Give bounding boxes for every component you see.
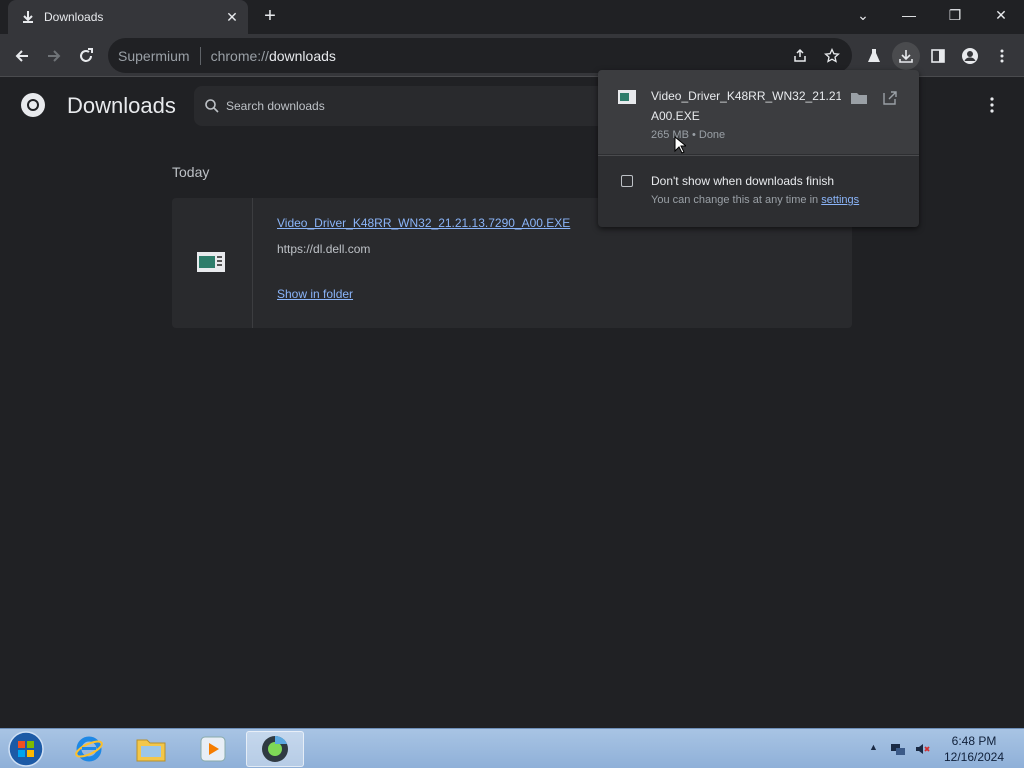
clock-time: 6:48 PM bbox=[951, 734, 997, 748]
kebab-menu-icon bbox=[1000, 49, 1004, 63]
search-downloads-field[interactable]: Search downloads bbox=[194, 86, 604, 126]
tab-downloads[interactable]: Downloads ✕ bbox=[8, 0, 248, 34]
folder-icon bbox=[136, 739, 166, 762]
folder-icon[interactable] bbox=[850, 90, 868, 106]
reload-icon bbox=[80, 48, 93, 62]
settings-link[interactable]: settings bbox=[821, 194, 859, 206]
clock-date: 12/16/2024 bbox=[943, 750, 1005, 764]
site-label: Supermium bbox=[118, 47, 190, 64]
bubble-download-item[interactable]: Video_Driver_K48RR_WN32_21.21.13.7290_ A… bbox=[598, 70, 919, 154]
dont-show-label: Don't show when downloads finish bbox=[651, 174, 835, 188]
page-menu-icon[interactable] bbox=[982, 95, 1002, 115]
bookmark-star-icon[interactable] bbox=[822, 46, 842, 66]
taskbar-file-explorer[interactable] bbox=[122, 731, 180, 767]
downloads-toolbar-button[interactable] bbox=[892, 42, 920, 70]
download-source-url: https://dl.dell.com bbox=[277, 242, 371, 256]
section-date: Today bbox=[172, 164, 210, 180]
profile-icon bbox=[962, 48, 978, 64]
side-panel-button[interactable] bbox=[924, 42, 952, 70]
open-external-icon[interactable] bbox=[882, 90, 898, 106]
taskbar-internet-explorer[interactable] bbox=[60, 731, 118, 767]
volume-muted-icon[interactable] bbox=[914, 741, 930, 757]
search-icon bbox=[205, 99, 219, 113]
taskbar-media-player[interactable] bbox=[184, 731, 242, 767]
internet-explorer-icon bbox=[75, 736, 103, 762]
downloads-page: Downloads Search downloads Today Video_D… bbox=[0, 70, 1024, 728]
flask-icon bbox=[868, 49, 880, 62]
show-in-folder-link[interactable]: Show in folder bbox=[277, 287, 353, 301]
supermium-browser-icon bbox=[262, 736, 288, 762]
page-title: Downloads bbox=[67, 93, 176, 118]
bubble-note: You can change this at any time in setti… bbox=[651, 194, 859, 206]
card-icon-column bbox=[172, 198, 253, 328]
tab-title: Downloads bbox=[44, 10, 104, 24]
url-scheme: chrome:// bbox=[210, 47, 269, 64]
search-placeholder: Search downloads bbox=[226, 99, 325, 113]
browser-menu-button[interactable] bbox=[988, 42, 1016, 70]
exe-file-icon bbox=[618, 90, 636, 104]
network-icon[interactable] bbox=[890, 741, 906, 757]
reload-button[interactable] bbox=[72, 42, 100, 70]
media-player-icon bbox=[200, 736, 226, 762]
bubble-note-text: You can change this at any time in bbox=[651, 194, 822, 206]
share-icon[interactable] bbox=[790, 46, 810, 66]
dont-show-checkbox[interactable] bbox=[621, 175, 633, 187]
address-bar[interactable]: Supermium chrome://downloads bbox=[108, 38, 852, 73]
download-filename-link[interactable]: Video_Driver_K48RR_WN32_21.21.13.7290_A0… bbox=[277, 216, 570, 230]
taskbar-supermium[interactable] bbox=[246, 731, 304, 767]
back-button[interactable] bbox=[8, 42, 36, 70]
tray-expand-icon[interactable]: ▲ bbox=[869, 742, 878, 752]
download-icon bbox=[899, 50, 913, 63]
windows-start-icon[interactable] bbox=[6, 730, 46, 768]
tab-search-icon[interactable]: ⌄ bbox=[848, 4, 878, 26]
forward-button[interactable] bbox=[40, 42, 68, 70]
chrome-logo-icon bbox=[21, 93, 45, 117]
system-clock[interactable]: 6:48 PM 12/16/2024 bbox=[936, 733, 1012, 765]
back-arrow-icon bbox=[15, 50, 28, 62]
bubble-status: 265 MB • Done bbox=[651, 129, 726, 141]
tab-strip: Downloads ✕ + ⌄ — ❐ ✕ bbox=[0, 0, 1024, 34]
minimize-button[interactable]: — bbox=[894, 4, 924, 26]
labs-flask-button[interactable] bbox=[860, 42, 888, 70]
new-tab-button[interactable]: + bbox=[258, 5, 282, 29]
exe-file-icon bbox=[197, 252, 225, 272]
close-tab-icon[interactable]: ✕ bbox=[224, 9, 240, 25]
profile-button[interactable] bbox=[956, 42, 984, 70]
download-bubble: Video_Driver_K48RR_WN32_21.21.13.7290_ A… bbox=[598, 70, 919, 227]
mouse-cursor-icon bbox=[674, 136, 686, 154]
restore-button[interactable]: ❐ bbox=[940, 4, 970, 26]
bubble-filename-line1: Video_Driver_K48RR_WN32_21.21.13.7290_ bbox=[651, 89, 841, 103]
forward-arrow-icon bbox=[48, 50, 61, 62]
taskbar: ▲ 6:48 PM 12/16/2024 bbox=[0, 728, 1024, 768]
side-panel-icon bbox=[931, 49, 945, 63]
url-host: downloads bbox=[268, 47, 336, 64]
close-window-button[interactable]: ✕ bbox=[986, 4, 1016, 26]
bubble-filename-line2: A00.EXE bbox=[651, 109, 700, 123]
omnibox-divider bbox=[199, 46, 201, 65]
bubble-divider bbox=[598, 155, 919, 156]
download-icon bbox=[23, 11, 33, 23]
